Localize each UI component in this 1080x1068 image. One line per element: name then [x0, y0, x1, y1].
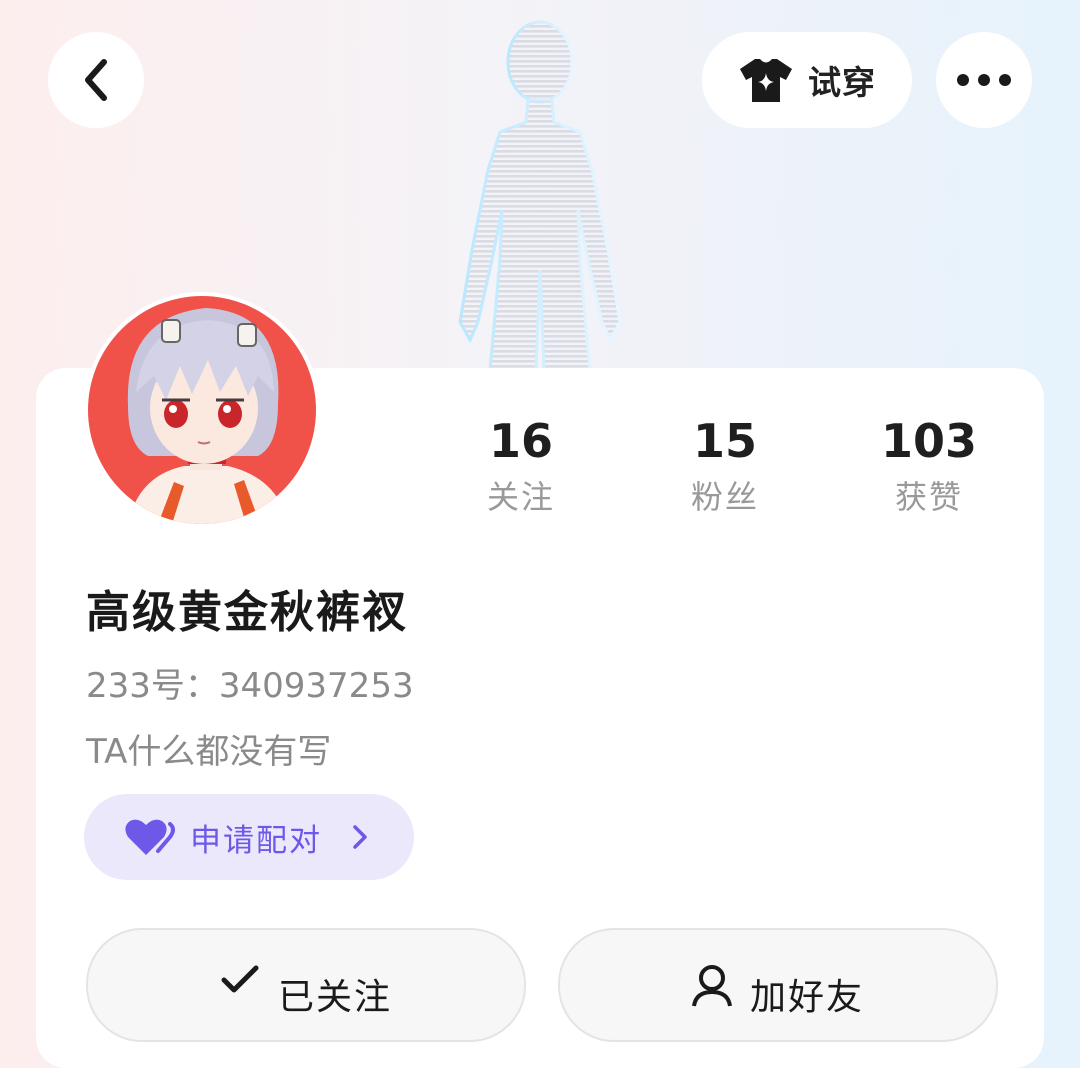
profile-uid: 233号：340937253 — [86, 666, 414, 706]
add-user-icon — [692, 965, 732, 1007]
following-label: 关注 — [486, 478, 555, 516]
chevron-left-icon — [85, 59, 107, 101]
hologram-avatar-figure — [458, 20, 622, 370]
profile-name: 高级黄金秋裤衩 — [86, 587, 408, 638]
try-on-label: 试穿 — [808, 63, 876, 102]
chevron-right-icon — [353, 825, 367, 849]
avatar-image — [88, 296, 316, 524]
try-on-button[interactable]: 试穿 — [702, 32, 912, 128]
tshirt-sparkle-icon — [740, 59, 792, 102]
more-options-button[interactable] — [936, 32, 1032, 128]
following-count: 16 — [488, 414, 553, 468]
followers-label: 粉丝 — [690, 478, 759, 516]
add-friend-button[interactable]: 加好友 — [558, 928, 998, 1042]
avatar[interactable] — [84, 292, 320, 528]
request-match-button[interactable]: 申请配对 — [84, 794, 414, 880]
add-friend-button-label: 加好友 — [749, 977, 864, 1018]
request-match-label: 申请配对 — [190, 822, 322, 859]
stat-likes[interactable]: 103 获赞 — [839, 410, 1019, 522]
double-heart-icon — [125, 819, 175, 855]
following-button[interactable]: 已关注 — [86, 928, 526, 1042]
profile-bio: TA什么都没有写 — [86, 732, 332, 772]
following-button-label: 已关注 — [277, 977, 392, 1018]
stat-following[interactable]: 16 关注 — [431, 410, 611, 522]
followers-count: 15 — [692, 414, 757, 468]
check-icon — [221, 965, 259, 993]
more-dots-icon — [957, 74, 1011, 86]
stat-followers[interactable]: 15 粉丝 — [635, 410, 815, 522]
back-button[interactable] — [48, 32, 144, 128]
likes-count: 103 — [880, 414, 978, 468]
likes-label: 获赞 — [894, 478, 963, 516]
